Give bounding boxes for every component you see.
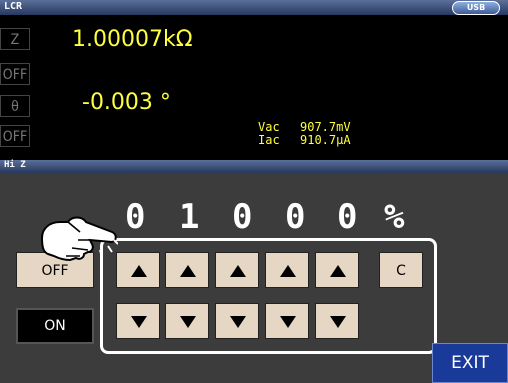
param1-value: 1.00007kΩ	[72, 27, 193, 52]
hiz-title-bar: Hi Z	[0, 160, 508, 173]
digit-2: 1	[179, 197, 200, 237]
digit-1: 0	[125, 197, 146, 237]
usb-indicator: USB	[452, 1, 500, 15]
triangle-up-icon	[131, 265, 147, 277]
triangle-up-icon	[180, 265, 196, 277]
digit-4-down-button[interactable]	[265, 303, 309, 339]
on-button[interactable]: ON	[16, 308, 94, 344]
digit-1-down-button[interactable]	[116, 303, 160, 339]
digit-2-down-button[interactable]	[165, 303, 209, 339]
triangle-down-icon	[131, 316, 147, 328]
digit-5-up-button[interactable]	[315, 252, 359, 288]
triangle-up-icon	[330, 265, 346, 277]
triangle-up-icon	[280, 265, 296, 277]
pointing-hand-icon	[40, 216, 118, 262]
digit-3: 0	[232, 197, 253, 237]
digit-5-down-button[interactable]	[315, 303, 359, 339]
digit-4-up-button[interactable]	[265, 252, 309, 288]
app-title: LCR	[4, 1, 23, 12]
digit-5: 0	[337, 197, 358, 237]
hiz-title: Hi Z	[4, 160, 26, 170]
digit-1-up-button[interactable]	[116, 252, 160, 288]
triangle-down-icon	[180, 316, 196, 328]
param3-value: -0.003 °	[82, 90, 171, 115]
triangle-down-icon	[230, 316, 246, 328]
triangle-down-icon	[280, 316, 296, 328]
param3-label[interactable]: θ	[0, 95, 30, 117]
iac-value: 910.7µA	[300, 133, 351, 147]
clear-button[interactable]: C	[379, 252, 423, 288]
triangle-down-icon	[330, 316, 346, 328]
param2-label[interactable]: OFF	[0, 63, 30, 85]
percent-unit: %	[384, 197, 405, 237]
param4-label[interactable]: OFF	[0, 125, 30, 147]
iac-label: Iac	[258, 133, 280, 147]
exit-button[interactable]: EXIT	[432, 343, 508, 383]
triangle-up-icon	[230, 265, 246, 277]
digit-2-up-button[interactable]	[165, 252, 209, 288]
param1-label[interactable]: Z	[0, 28, 30, 50]
digit-4: 0	[285, 197, 306, 237]
digit-3-down-button[interactable]	[215, 303, 259, 339]
digit-3-up-button[interactable]	[215, 252, 259, 288]
title-bar: LCR USB	[0, 0, 508, 15]
